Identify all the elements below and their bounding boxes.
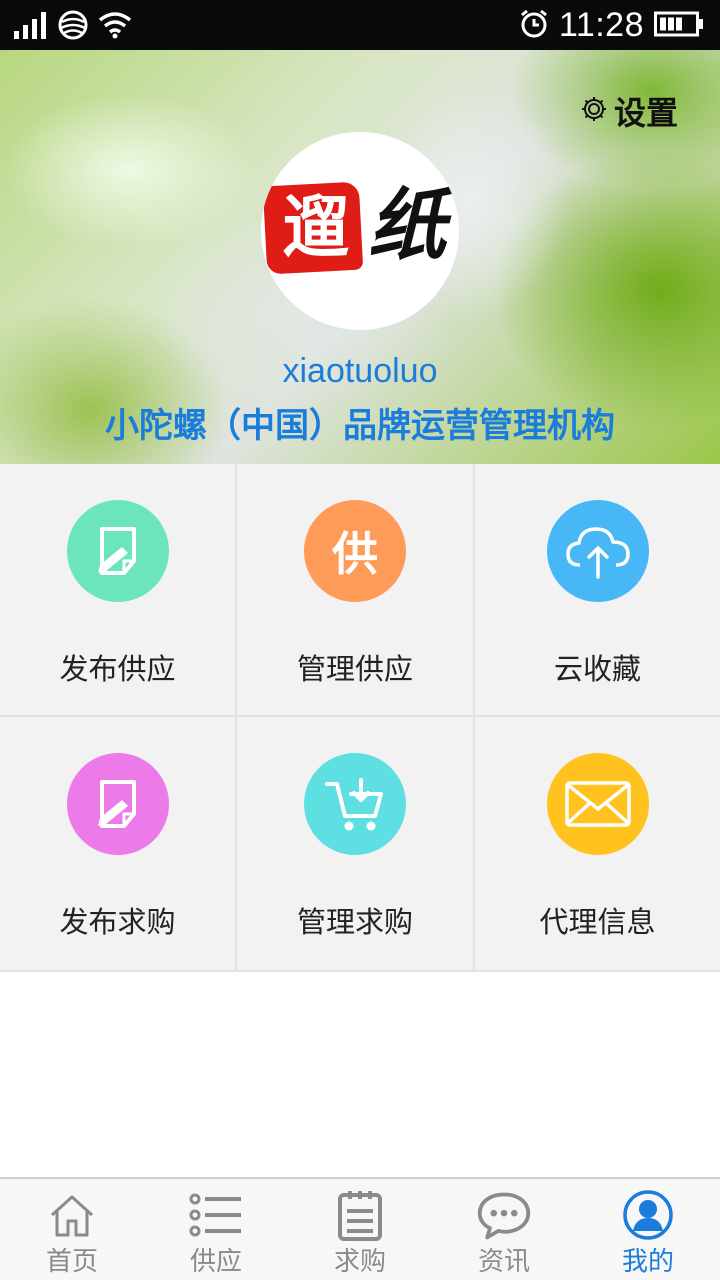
settings-button[interactable]: 设置 [580,88,678,134]
tab-supply[interactable]: 供应 [144,1179,288,1280]
list-icon [188,1189,244,1241]
grid-item-publish-supply[interactable]: 发布供应 [0,464,237,717]
tab-label: 供应 [189,1247,242,1277]
chat-icon [476,1189,532,1241]
tab-request[interactable]: 求购 [288,1179,432,1280]
status-bar: 11:28 [0,0,720,50]
grid-label: 发布求购 [59,905,176,939]
wifi-icon [98,11,132,43]
tab-home[interactable]: 首页 [0,1179,144,1280]
grid-item-manage-request[interactable]: 管理求购 [237,717,475,972]
grid-label: 代理信息 [539,905,656,939]
user-icon [620,1189,676,1241]
tab-label: 求购 [333,1247,386,1277]
grid-label: 云收藏 [553,652,641,686]
logo-char-2: 纸 [367,180,446,271]
profile-header: 设置 遛 纸 xiaotuoluo 小陀螺（中国）品牌运营管理机构 [0,50,720,464]
grid-label: 管理求购 [296,905,413,939]
cart-icon [304,753,406,855]
avatar[interactable]: 遛 纸 [261,132,459,330]
tab-label: 资讯 [477,1247,530,1277]
grid-label: 发布供应 [59,652,176,686]
tab-news[interactable]: 资讯 [432,1179,576,1280]
settings-label: 设置 [613,94,678,132]
username: xiaotuoluo [282,352,438,390]
feature-grid: 发布供应 供 管理供应 云收藏 发布求购 管理求购 代理信息 [0,464,720,972]
home-icon [44,1189,100,1241]
logo-char-1: 遛 [283,188,349,266]
mail-icon [546,753,649,855]
organization-name: 小陀螺（中国）品牌运营管理机构 [105,406,615,446]
grid-item-cloud-favorites[interactable]: 云收藏 [475,464,720,717]
grid-item-publish-request[interactable]: 发布求购 [0,717,237,972]
tab-label: 首页 [45,1247,98,1277]
signal-icon [14,11,48,43]
status-time: 11:28 [558,6,644,44]
publish-supply-icon [66,500,169,602]
bottom-tab-bar: 首页 供应 求购 资讯 我的 [0,1177,720,1280]
publish-request-icon [66,753,169,855]
battery-icon [654,11,704,41]
tab-label: 我的 [621,1247,674,1277]
gear-icon [580,95,608,127]
grid-label: 管理供应 [296,652,413,686]
supply-glyph: 供 [332,527,378,581]
network-icon [58,10,88,44]
cloud-upload-icon [546,500,649,602]
alarm-icon [519,9,549,43]
manage-supply-icon: 供 [304,500,406,602]
clipboard-icon [332,1189,388,1241]
tab-mine[interactable]: 我的 [576,1179,720,1280]
grid-item-manage-supply[interactable]: 供 管理供应 [237,464,475,717]
grid-item-agent-info[interactable]: 代理信息 [475,717,720,972]
